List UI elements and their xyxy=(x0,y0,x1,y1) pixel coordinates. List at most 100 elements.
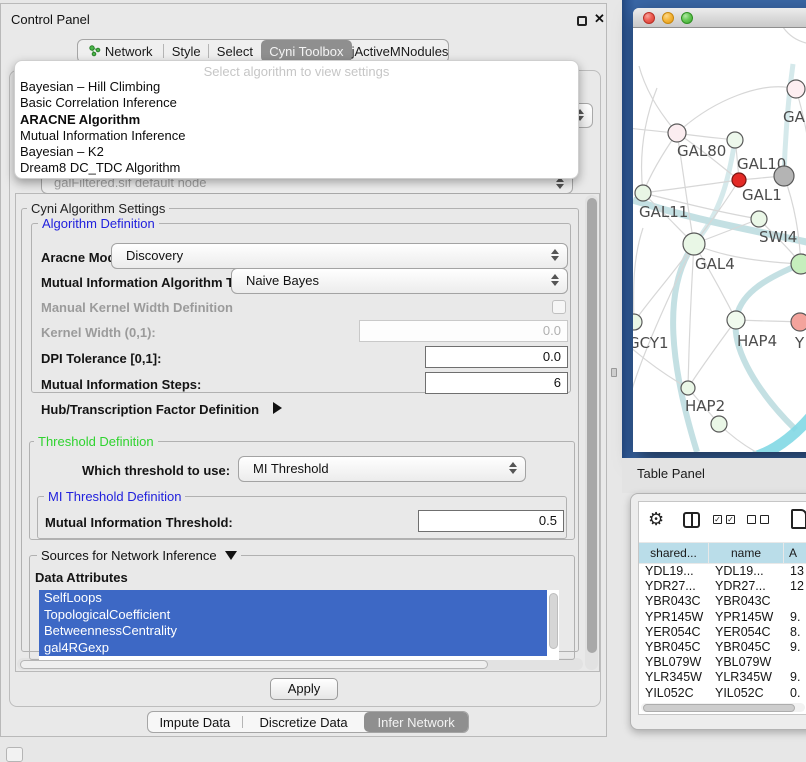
mi-threshold-input[interactable]: 0.5 xyxy=(418,510,564,532)
network-node-gal10[interactable] xyxy=(727,132,743,148)
network-edge[interactable] xyxy=(736,320,800,322)
algorithm-option[interactable]: Bayesian – K2 xyxy=(15,144,578,160)
mi-steps-input[interactable]: 6 xyxy=(425,372,568,394)
network-edge[interactable] xyxy=(634,228,643,322)
tab-impute-data[interactable]: Impute Data xyxy=(148,712,242,732)
tab-label: Network xyxy=(105,44,153,59)
network-edge[interactable] xyxy=(688,320,736,388)
dpi-tolerance-input[interactable]: 0.0 xyxy=(425,346,568,368)
network-window-titlebar[interactable] xyxy=(633,8,806,28)
column-header-clipped[interactable]: A xyxy=(784,542,806,564)
network-node-hap4[interactable] xyxy=(727,311,745,329)
network-node-hap2[interactable] xyxy=(681,381,695,395)
tab-label: Select xyxy=(217,44,253,59)
column-header-shared-name[interactable]: shared... xyxy=(639,542,709,564)
tab-cyni-toolbox[interactable]: Cyni Toolbox xyxy=(261,40,352,62)
uncheck-all-icon[interactable] xyxy=(747,515,756,524)
network-edge[interactable] xyxy=(784,176,801,264)
close-icon[interactable]: ✕ xyxy=(594,11,605,27)
table-row[interactable]: YIL052CYIL052C0. xyxy=(639,686,806,701)
page-icon[interactable] xyxy=(791,509,806,529)
tab-style[interactable]: Style xyxy=(164,40,208,62)
tab-label: jActiveMNodules xyxy=(352,44,449,59)
algorithm-option[interactable]: Dream8 DC_TDC Algorithm xyxy=(15,160,578,176)
network-edge[interactable] xyxy=(643,133,677,193)
table-row[interactable]: YPR145WYPR145W9. xyxy=(639,610,806,625)
node-label: GAL4 xyxy=(695,255,735,273)
tab-select[interactable]: Select xyxy=(209,40,261,62)
collapse-down-icon[interactable] xyxy=(225,551,237,560)
table-row[interactable]: YDR27...YDR27...12 xyxy=(639,579,806,594)
apply-button[interactable]: Apply xyxy=(270,678,338,700)
table-row[interactable]: YBL079WYBL079W xyxy=(639,655,806,670)
aracne-mode-combobox[interactable]: Discovery xyxy=(111,243,568,269)
close-traffic-light[interactable] xyxy=(643,12,655,24)
algorithm-option[interactable]: ARACNE Algorithm xyxy=(15,112,578,128)
network-edge[interactable] xyxy=(634,244,694,322)
network-node-gcy1[interactable] xyxy=(633,314,642,330)
table-cell: YBR043C xyxy=(709,594,784,609)
table-row[interactable]: YDL19...YDL19...13 xyxy=(639,564,806,579)
algorithm-option[interactable]: Bayesian – Hill Climbing xyxy=(15,79,578,95)
tab-discretize-data[interactable]: Discretize Data xyxy=(243,712,365,732)
table-row[interactable]: YLR345WYLR345W9. xyxy=(639,670,806,685)
table-cell: YBL079W xyxy=(709,655,784,670)
table-row[interactable]: YER054CYER054C8. xyxy=(639,625,806,640)
tab-infer-network[interactable]: Infer Network xyxy=(364,712,468,732)
network-edge[interactable] xyxy=(677,87,796,133)
which-threshold-value: MI Threshold xyxy=(253,461,329,476)
network-edge[interactable] xyxy=(688,244,694,388)
uncheck-all-icon-2[interactable] xyxy=(760,515,769,524)
split-columns-icon[interactable] xyxy=(683,512,700,528)
check-all-icon-2[interactable]: ✓ xyxy=(726,515,735,524)
tab-jactivemnodules[interactable]: jActiveMNodules xyxy=(352,40,448,62)
divider-grip-icon[interactable] xyxy=(611,368,617,377)
list-scrollbar[interactable] xyxy=(549,593,558,649)
table-cell: 9. xyxy=(784,610,806,625)
mi-algorithm-type-combobox[interactable]: Naive Bayes xyxy=(231,268,568,294)
network-node-swi4[interactable] xyxy=(751,211,767,227)
network-node[interactable] xyxy=(791,254,806,274)
network-edge[interactable] xyxy=(781,28,806,44)
network-edge[interactable] xyxy=(639,66,677,133)
algorithm-option[interactable]: Mutual Information Inference xyxy=(15,128,578,144)
data-attribute-item[interactable]: SelfLoops xyxy=(39,590,547,607)
column-header-name[interactable]: name xyxy=(709,542,784,564)
network-edge-highlighted[interactable] xyxy=(673,244,697,452)
check-all-icon[interactable]: ✓ xyxy=(713,515,722,524)
mi-threshold-group-title: MI Threshold Definition xyxy=(44,489,185,504)
which-threshold-combobox[interactable]: MI Threshold xyxy=(238,456,526,482)
manual-kernel-width-checkbox[interactable] xyxy=(552,300,566,314)
data-attribute-item[interactable]: TopologicalCoefficient xyxy=(39,607,547,624)
network-node-gal4[interactable] xyxy=(683,233,705,255)
node-label: HAP2 xyxy=(685,397,725,415)
vertical-scrollbar[interactable] xyxy=(585,195,598,670)
network-node-y[interactable] xyxy=(791,313,806,331)
network-node-gal80[interactable] xyxy=(668,124,686,142)
expand-right-icon[interactable] xyxy=(273,402,282,414)
network-edge-highlighted[interactable] xyxy=(751,414,806,452)
kernel-width-input[interactable]: 0.0 xyxy=(359,320,568,342)
table-row[interactable]: YBR043CYBR043C xyxy=(639,594,806,609)
algorithm-option[interactable]: Basic Correlation Inference xyxy=(15,95,578,111)
data-attribute-item[interactable]: gal4RGexp xyxy=(39,640,547,657)
network-node[interactable] xyxy=(774,166,794,186)
data-attribute-item[interactable]: BetweennessCentrality xyxy=(39,623,547,640)
table-cell: YDL19... xyxy=(639,564,709,579)
panel-divider[interactable] xyxy=(608,0,622,762)
minimize-traffic-light[interactable] xyxy=(662,12,674,24)
table-horizontal-scrollbar[interactable] xyxy=(641,703,805,712)
tab-network[interactable]: Network xyxy=(78,40,163,62)
collapsed-panel-button[interactable] xyxy=(6,747,23,762)
float-window-icon[interactable] xyxy=(577,16,587,26)
network-node-gal[interactable] xyxy=(787,80,805,98)
table-row[interactable]: YBR045CYBR045C9. xyxy=(639,640,806,655)
settings-gear-icon[interactable]: ⚙ xyxy=(648,509,664,530)
network-node-gal1[interactable] xyxy=(732,173,746,187)
table-panel-window: ⚙ ✓ ✓ shared... name A YDL19...YDL19...1… xyxy=(630,493,806,730)
network-canvas[interactable]: GALGAL80GAL10GAL1GAL11SWI4GAL4GCY1HAP4YH… xyxy=(633,28,806,452)
network-edge[interactable] xyxy=(642,88,657,193)
zoom-traffic-light[interactable] xyxy=(681,12,693,24)
network-node[interactable] xyxy=(711,416,727,432)
network-node-gal11[interactable] xyxy=(635,185,651,201)
